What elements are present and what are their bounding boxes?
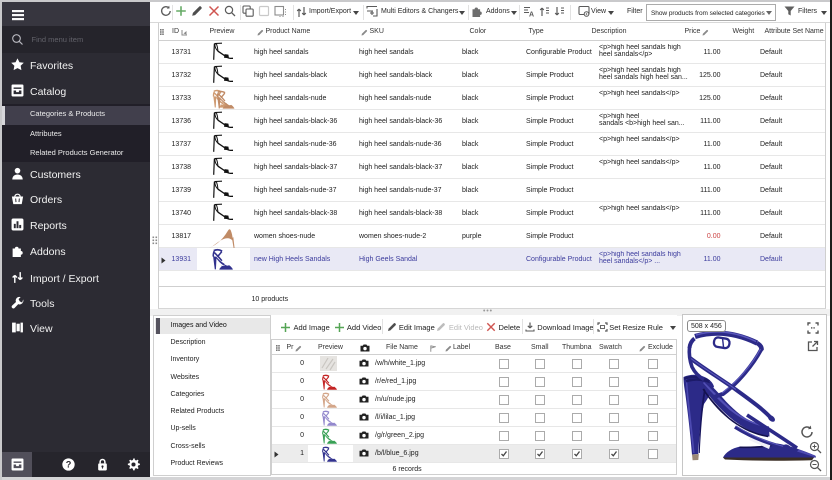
svg-text:?: ? (65, 459, 71, 469)
svg-text:A: A (529, 12, 534, 18)
